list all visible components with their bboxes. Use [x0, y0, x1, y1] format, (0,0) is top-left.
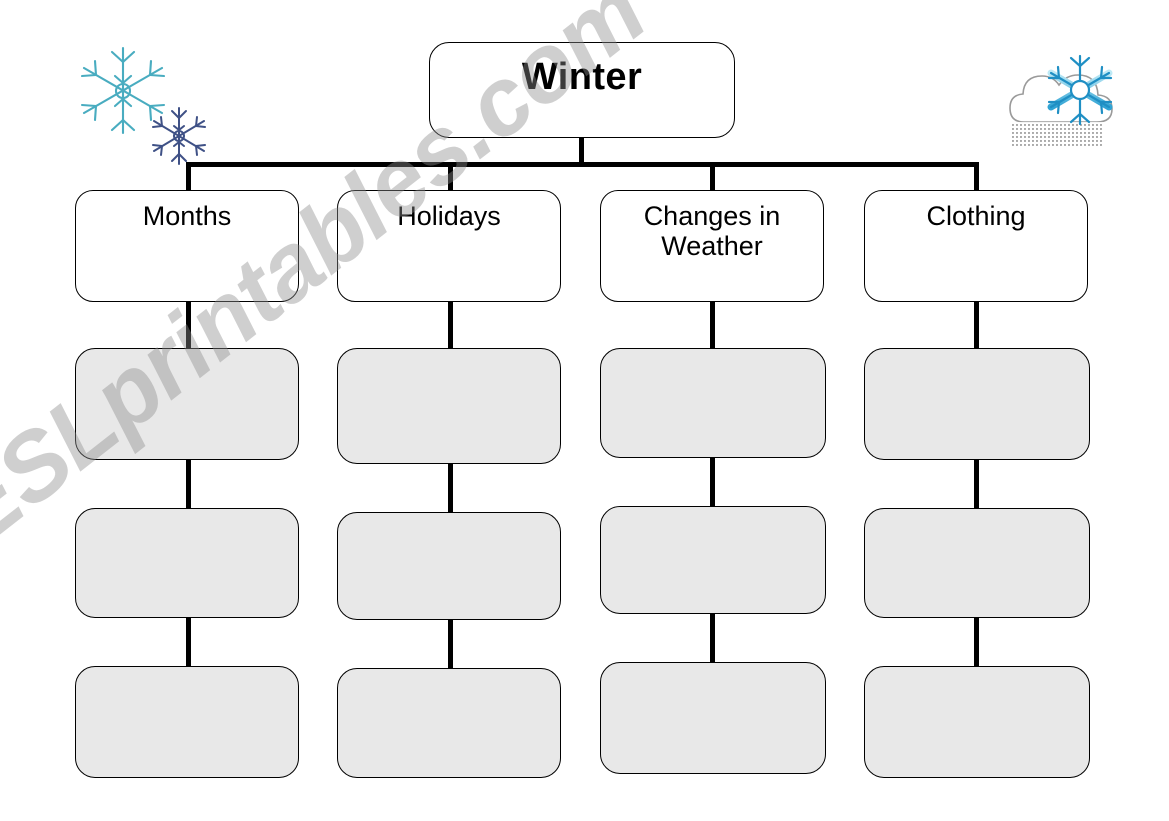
blank-box[interactable]	[600, 662, 826, 774]
connector-col2-link3	[448, 618, 453, 670]
blank-box[interactable]	[75, 508, 299, 618]
connector-drop-4	[974, 162, 979, 192]
category-label: Clothing	[926, 201, 1026, 231]
category-box-months[interactable]: Months	[75, 190, 299, 302]
connector-col3-link2	[710, 456, 715, 508]
title-box[interactable]: Winter	[429, 42, 735, 138]
connector-col4-link2	[974, 458, 979, 510]
connector-title-stem	[579, 135, 584, 165]
snowflake-icon	[143, 100, 215, 177]
blank-box[interactable]	[864, 508, 1090, 618]
blank-box[interactable]	[600, 348, 826, 458]
connector-horizontal-bus	[186, 162, 979, 167]
connector-col2-link2	[448, 462, 453, 514]
blank-box[interactable]	[864, 348, 1090, 460]
category-label: Months	[142, 201, 232, 231]
snow-cloud-icon	[1008, 44, 1136, 167]
category-box-changes-in-weather[interactable]: Changes in Weather	[600, 190, 824, 302]
category-box-clothing[interactable]: Clothing	[864, 190, 1088, 302]
connector-col1-link3	[186, 616, 191, 668]
connector-col4-link1	[974, 298, 979, 350]
connector-col1-link2	[186, 458, 191, 510]
connector-col4-link3	[974, 616, 979, 668]
worksheet-page: Winter Months Holidays Changes in Weathe…	[0, 0, 1169, 821]
blank-box[interactable]	[337, 668, 561, 778]
connector-drop-3	[710, 162, 715, 192]
blank-box[interactable]	[337, 348, 561, 464]
blank-box[interactable]	[864, 666, 1090, 778]
blank-box[interactable]	[600, 506, 826, 614]
connector-col3-link3	[710, 612, 715, 664]
blank-box[interactable]	[75, 348, 299, 460]
category-label: Holidays	[397, 201, 501, 231]
connector-col1-link1	[186, 298, 191, 350]
title-label: Winter	[521, 56, 643, 98]
connector-col3-link1	[710, 298, 715, 350]
connector-col2-link1	[448, 298, 453, 350]
blank-box[interactable]	[337, 512, 561, 620]
connector-drop-2	[448, 162, 453, 192]
category-box-holidays[interactable]: Holidays	[337, 190, 561, 302]
category-label: Changes in Weather	[643, 201, 781, 262]
blank-box[interactable]	[75, 666, 299, 778]
